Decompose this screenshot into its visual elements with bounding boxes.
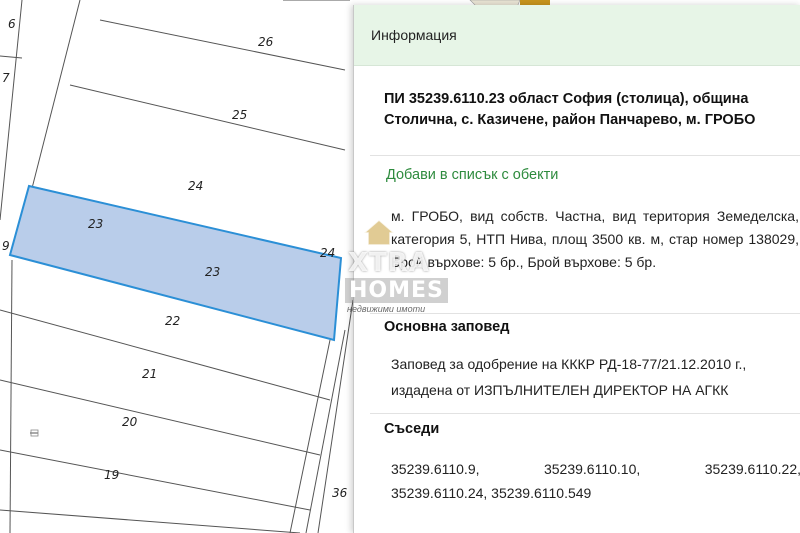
parcel-description: м. ГРОБО, вид собств. Частна, вид терито… (391, 208, 799, 270)
add-to-list-link[interactable]: Добави в списък с обекти (386, 167, 558, 183)
parcel-label-7: 7 (2, 71, 10, 85)
parcel-label-24: 24 (188, 179, 203, 193)
divider (370, 413, 800, 414)
parcel-label-9: 9 (2, 239, 10, 253)
panel-header-title: Информация (371, 27, 457, 43)
parcel-label-23-upper: 23 (88, 217, 103, 231)
parcel-label-23-lower: 23 (205, 265, 220, 279)
panel-header: Информация (354, 5, 800, 66)
neighbors-heading: Съседи (384, 421, 440, 437)
parcel-label-20: 20 (122, 415, 138, 429)
neighbor-item: 35239.6110.24, 35239.6110.549 (391, 485, 592, 501)
divider (370, 155, 800, 156)
parcel-label-22: 22 (165, 314, 180, 328)
order-text: Заповед за одобрение на КККР РД-18-77/21… (391, 356, 747, 398)
neighbor-item: 35239.6110.10, (543, 461, 641, 477)
parcel-label-6: 6 (8, 17, 16, 31)
parcel-label-25: 25 (232, 108, 247, 122)
order-heading: Основна заповед (384, 319, 510, 335)
parcel-label-26: 26 (258, 35, 274, 49)
parcel-label-24-right: 24 (320, 246, 335, 260)
divider (370, 313, 800, 314)
parcel-label-36: 36 (332, 486, 348, 500)
neighbor-item: 35239.6110.9, (391, 461, 480, 477)
neighbor-item: 35239.6110.22, (704, 461, 800, 477)
parcel-label-21: 21 (142, 367, 157, 381)
parcel-title: ПИ 35239.6110.23 област София (столица),… (384, 91, 756, 128)
neighbors-list: 35239.6110.9, 35239.6110.10, 35239.6110.… (391, 457, 800, 505)
parcel-label-19: 19 (104, 468, 119, 482)
info-panel: Информация ПИ 35239.6110.23 област София… (353, 5, 800, 533)
